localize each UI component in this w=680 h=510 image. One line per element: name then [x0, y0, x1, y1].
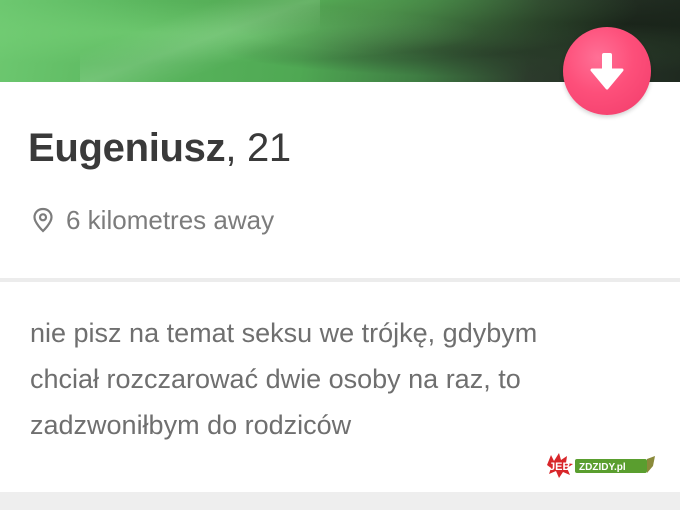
photo-shading — [80, 0, 320, 82]
bottom-edge — [0, 492, 680, 510]
distance-row: 6 kilometres away — [32, 205, 274, 235]
profile-age: , 21 — [225, 126, 291, 170]
watermark-logo: JEB ZDZIDY.pl — [547, 453, 655, 478]
name-age-heading: Eugeniusz, 21 — [28, 126, 291, 171]
arrow-down-icon — [590, 53, 624, 90]
bio-line: nie pisz na temat seksu we trójkę, gdyby… — [30, 318, 538, 348]
watermark-text-left: JEB — [549, 461, 570, 473]
location-pin-icon — [32, 207, 54, 233]
bio-line: chciał rozczarować dwie osoby na raz, to — [30, 364, 521, 394]
distance-text: 6 kilometres away — [66, 204, 275, 235]
collapse-profile-button[interactable] — [563, 27, 651, 115]
profile-header: Eugeniusz, 21 6 kilometres away — [0, 82, 680, 278]
watermark-text-right: ZDZIDY.pl — [579, 462, 626, 473]
profile-name: Eugeniusz — [28, 126, 226, 170]
bio-text: nie pisz na temat seksu we trójkę, gdyby… — [30, 310, 630, 448]
bio-line: zadzwoniłbym do rodziców — [30, 410, 352, 440]
profile-screen: Eugeniusz, 21 6 kilometres away nie pisz… — [0, 0, 680, 510]
